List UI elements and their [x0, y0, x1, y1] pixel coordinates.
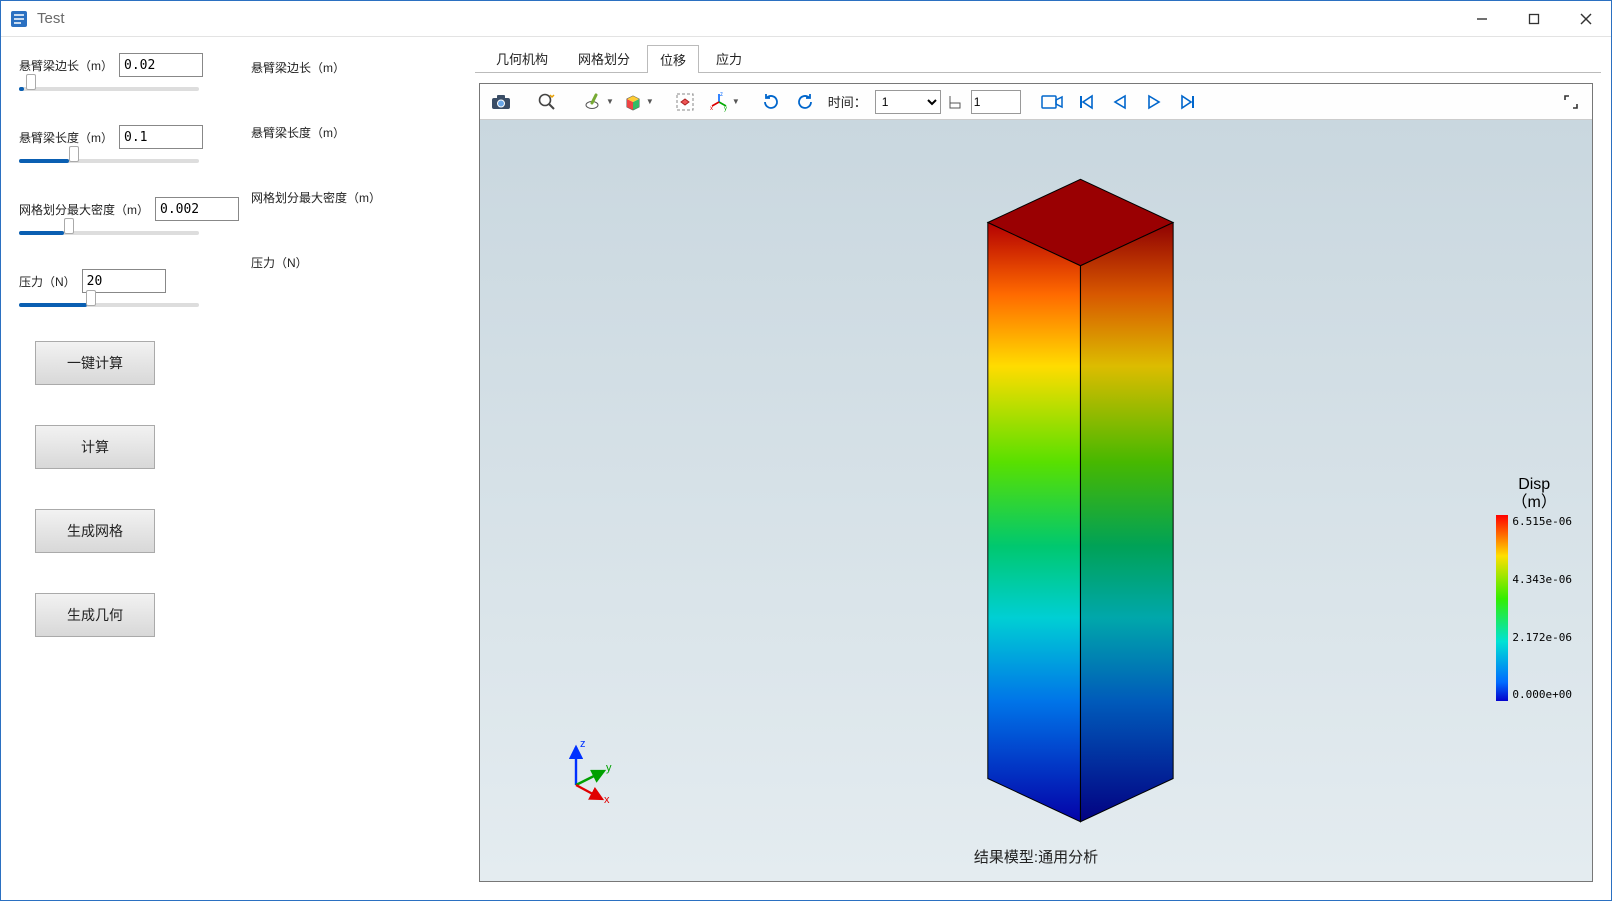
- legend-tick: 0.000e+00: [1512, 688, 1572, 701]
- rotate-cw-icon[interactable]: [756, 87, 786, 117]
- viewport-frame: ▼ ▼: [479, 83, 1593, 882]
- color-legend: Disp （m） 6.515e-06 4.343e-06 2.172e-06 0…: [1496, 476, 1572, 701]
- last-frame-icon[interactable]: [1173, 87, 1203, 117]
- compute-button[interactable]: 计算: [35, 425, 155, 469]
- result-model: [480, 120, 1592, 881]
- one-click-compute-button[interactable]: 一键计算: [35, 341, 155, 385]
- svg-text:z: z: [580, 738, 586, 750]
- panel-viewport: 几何机构 网格划分 位移 应力: [475, 47, 1601, 890]
- legend-tick: 2.172e-06: [1512, 631, 1572, 644]
- param-length: 悬臂梁长度（m）: [19, 125, 243, 169]
- camera-icon[interactable]: [486, 87, 516, 117]
- first-frame-icon[interactable]: [1071, 87, 1101, 117]
- app-icon: [9, 9, 29, 29]
- legend-tick: 4.343e-06: [1512, 573, 1572, 586]
- tab-geometry[interactable]: 几何机构: [483, 44, 561, 72]
- param-length-input[interactable]: [119, 125, 203, 149]
- minimize-button[interactable]: [1465, 5, 1499, 33]
- param-length-label: 悬臂梁长度（m）: [19, 129, 113, 146]
- legend-colorbar: [1496, 515, 1508, 701]
- generate-geometry-button[interactable]: 生成几何: [35, 593, 155, 637]
- time-select[interactable]: 1: [875, 90, 941, 114]
- mid-label-mesh: 网格划分最大密度（m）: [251, 183, 475, 206]
- tab-stress[interactable]: 应力: [703, 44, 755, 72]
- axis-triad-icon: z y x: [556, 735, 626, 805]
- colormap-dropdown[interactable]: ▼: [618, 87, 654, 117]
- tab-displacement[interactable]: 位移: [647, 45, 699, 73]
- mid-label-length: 悬臂梁长度（m）: [251, 118, 475, 141]
- param-edge: 悬臂梁边长（m）: [19, 53, 243, 97]
- app-window: Test 悬臂梁边长（m）: [0, 0, 1612, 901]
- viewport-toolbar: ▼ ▼: [480, 84, 1592, 120]
- mid-label-edge: 悬臂梁边长（m）: [251, 53, 475, 76]
- rotate-ccw-icon[interactable]: [790, 87, 820, 117]
- legend-ticks: 6.515e-06 4.343e-06 2.172e-06 0.000e+00: [1512, 515, 1572, 701]
- body: 悬臂梁边长（m） 悬臂梁长度（m）: [1, 37, 1611, 900]
- brush-icon[interactable]: [578, 87, 608, 117]
- param-edge-label: 悬臂梁边长（m）: [19, 57, 113, 74]
- fit-view-icon[interactable]: [670, 87, 700, 117]
- svg-text:z: z: [720, 92, 723, 98]
- svg-text:y: y: [606, 762, 612, 774]
- window-title: Test: [37, 10, 1465, 27]
- param-mesh-label: 网格划分最大密度（m）: [19, 201, 149, 218]
- svg-text:x: x: [604, 794, 610, 805]
- mid-label-force: 压力（N）: [251, 248, 475, 271]
- model-caption: 结果模型:通用分析: [974, 846, 1098, 867]
- window-controls: [1465, 5, 1603, 33]
- video-icon[interactable]: [1037, 87, 1067, 117]
- time-step-spinner[interactable]: [971, 90, 1021, 114]
- panel-params: 悬臂梁边长（m） 悬臂梁长度（m）: [11, 47, 243, 890]
- prev-frame-icon[interactable]: [1105, 87, 1135, 117]
- param-mesh-slider[interactable]: [19, 225, 199, 241]
- result-tabs: 几何机构 网格划分 位移 应力: [475, 47, 1601, 73]
- zoom-icon[interactable]: [532, 87, 562, 117]
- panel-mid-labels: 悬臂梁边长（m） 悬臂梁长度（m） 网格划分最大密度（m） 压力（N）: [243, 47, 475, 890]
- svg-text:x: x: [710, 106, 713, 112]
- param-length-slider[interactable]: [19, 153, 199, 169]
- param-force-slider[interactable]: [19, 297, 199, 313]
- param-edge-slider[interactable]: [19, 81, 199, 97]
- generate-mesh-button[interactable]: 生成网格: [35, 509, 155, 553]
- param-mesh: 网格划分最大密度（m）: [19, 197, 243, 241]
- tab-mesh[interactable]: 网格划分: [565, 44, 643, 72]
- time-label: 时间：: [828, 92, 867, 111]
- param-mesh-input[interactable]: [155, 197, 239, 221]
- axis-orientation-dropdown[interactable]: zyx ▼: [704, 87, 740, 117]
- titlebar: Test: [1, 1, 1611, 37]
- maximize-button[interactable]: [1517, 5, 1551, 33]
- step-align-icon[interactable]: [945, 87, 967, 117]
- svg-text:y: y: [724, 106, 727, 112]
- param-force-label: 压力（N）: [19, 273, 76, 290]
- viewport-canvas[interactable]: z y x 结果模型:通用分析 Disp （m）: [480, 120, 1592, 881]
- brush-dropdown[interactable]: ▼: [578, 87, 614, 117]
- close-button[interactable]: [1569, 5, 1603, 33]
- legend-subtitle: （m）: [1496, 494, 1572, 512]
- legend-title: Disp: [1496, 476, 1572, 494]
- legend-tick: 6.515e-06: [1512, 515, 1572, 528]
- cube-colormap-icon[interactable]: [618, 87, 648, 117]
- play-icon[interactable]: [1139, 87, 1169, 117]
- param-edge-input[interactable]: [119, 53, 203, 77]
- axis-orientation-icon[interactable]: z y x: [704, 87, 734, 117]
- param-force: 压力（N）: [19, 269, 243, 313]
- expand-icon[interactable]: [1556, 87, 1586, 117]
